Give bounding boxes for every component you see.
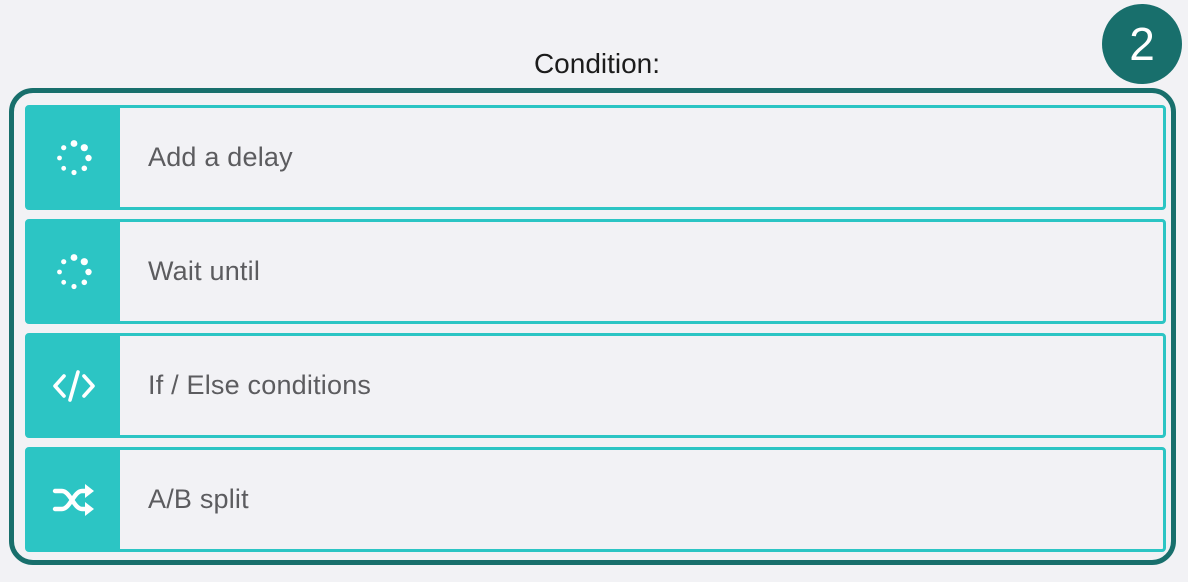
condition-options-list: Add a delay Wait until If / Else conditi… bbox=[25, 105, 1166, 552]
option-label: If / Else conditions bbox=[148, 370, 372, 400]
option-icon-box bbox=[28, 222, 120, 321]
option-wait-until[interactable]: Wait until bbox=[25, 219, 1166, 324]
spinner-icon bbox=[57, 139, 92, 175]
section-title: Condition: bbox=[533, 48, 661, 79]
code-icon bbox=[53, 369, 95, 402]
option-label: A/B split bbox=[148, 484, 249, 514]
option-if-else-conditions[interactable]: If / Else conditions bbox=[25, 333, 1166, 438]
shuffle-icon bbox=[52, 483, 94, 516]
option-label: Add a delay bbox=[148, 142, 293, 172]
option-icon-box bbox=[28, 108, 120, 207]
spinner-icon bbox=[57, 253, 92, 289]
option-label: Wait until bbox=[148, 256, 261, 286]
option-icon-box bbox=[28, 450, 120, 549]
option-ab-split[interactable]: A/B split bbox=[25, 447, 1166, 552]
option-add-a-delay[interactable]: Add a delay bbox=[25, 105, 1166, 210]
option-icon-box bbox=[28, 336, 120, 435]
